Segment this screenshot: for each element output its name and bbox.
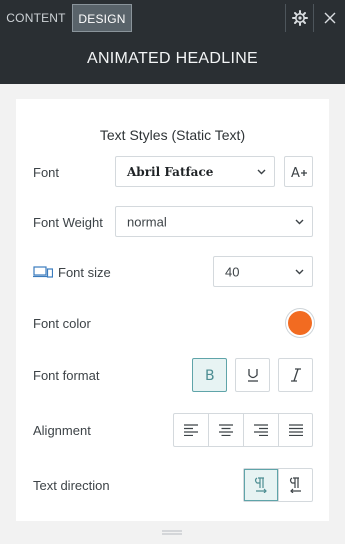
align-right-button[interactable] xyxy=(244,414,279,446)
font-adjust-icon: A xyxy=(291,166,307,179)
svg-text:B: B xyxy=(205,368,215,382)
font-size-value: 40 xyxy=(225,264,240,279)
underline-icon xyxy=(247,369,258,382)
rtl-button[interactable] xyxy=(279,469,312,501)
widget-title: ANIMATED HEADLINE xyxy=(0,34,345,84)
italic-button[interactable] xyxy=(278,358,313,392)
chevron-down-icon xyxy=(295,219,304,224)
chevron-down-icon xyxy=(257,169,266,174)
bold-button[interactable]: B xyxy=(192,358,227,392)
align-left-icon xyxy=(184,424,198,436)
text-direction-label: Text direction xyxy=(33,478,110,493)
font-weight-select[interactable]: normal xyxy=(115,206,313,237)
rtl-icon xyxy=(289,477,301,493)
alignment-group xyxy=(173,413,313,447)
font-format-label: Font format xyxy=(33,368,100,383)
tab-content[interactable]: CONTENT xyxy=(0,4,72,32)
font-weight-label: Font Weight xyxy=(33,215,103,230)
bold-icon: B xyxy=(205,368,215,382)
font-size-select[interactable]: 40 xyxy=(213,256,313,287)
align-center-icon xyxy=(219,424,233,436)
resize-grip-icon[interactable] xyxy=(162,530,182,536)
font-weight-value: normal xyxy=(127,214,167,229)
underline-button[interactable] xyxy=(235,358,270,392)
justify-button[interactable] xyxy=(279,414,312,446)
font-select[interactable]: Abril Fatface xyxy=(115,156,275,187)
svg-text:A: A xyxy=(291,166,300,179)
italic-icon xyxy=(290,368,301,382)
settings-button[interactable] xyxy=(285,4,314,32)
font-color-swatch[interactable] xyxy=(288,311,312,335)
font-size-label: Font size xyxy=(58,265,111,280)
font-label: Font xyxy=(33,165,60,180)
gear-icon xyxy=(291,10,308,26)
align-center-button[interactable] xyxy=(209,414,244,446)
font-select-value: Abril Fatface xyxy=(127,164,214,179)
alignment-label: Alignment xyxy=(33,423,91,438)
align-left-button[interactable] xyxy=(174,414,209,446)
responsive-devices-icon[interactable] xyxy=(33,266,53,278)
section-title: Text Styles (Static Text) xyxy=(99,127,246,143)
text-styles-panel: Text Styles (Static Text) Font Abril Fat… xyxy=(16,99,329,521)
font-color-label: Font color xyxy=(33,316,91,331)
editor-topbar: CONTENT DESIGN xyxy=(0,0,345,34)
ltr-icon xyxy=(254,477,267,493)
font-adjust-button[interactable]: A xyxy=(284,156,313,187)
close-icon xyxy=(324,12,335,24)
justify-icon xyxy=(288,424,303,436)
close-button[interactable] xyxy=(315,4,344,32)
ltr-button[interactable] xyxy=(244,469,279,501)
text-direction-group xyxy=(243,468,313,502)
chevron-down-icon xyxy=(295,269,304,274)
tab-design[interactable]: DESIGN xyxy=(72,4,132,32)
align-right-icon xyxy=(254,424,268,436)
